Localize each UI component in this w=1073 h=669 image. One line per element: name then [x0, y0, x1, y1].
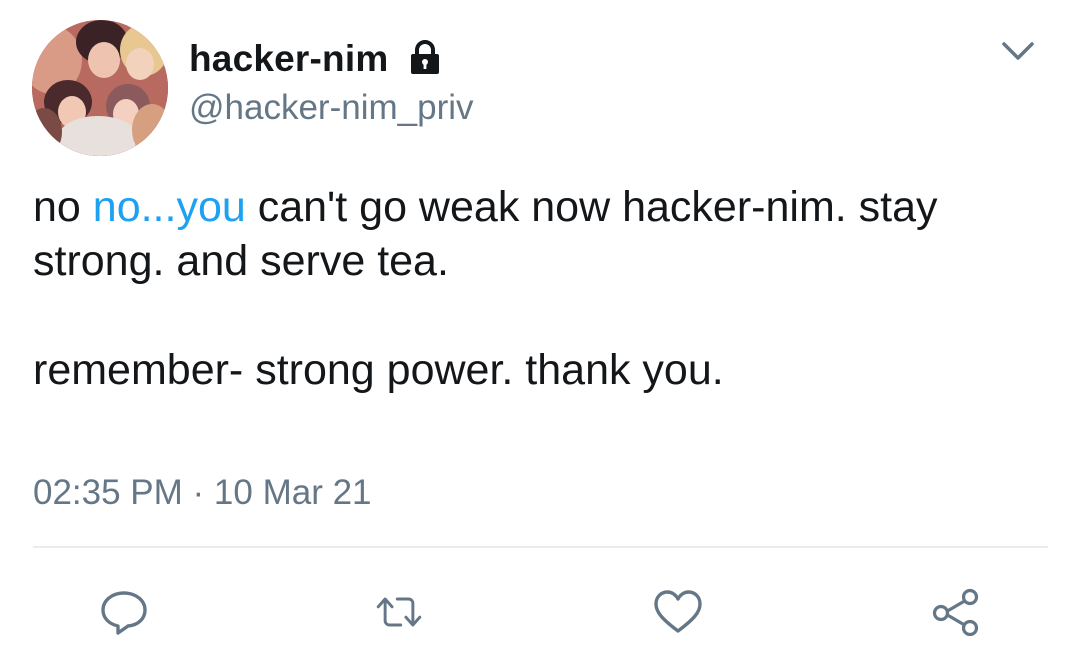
author-display-name[interactable]: hacker-nim [189, 38, 388, 80]
tweet-detail: hacker-nim @hacker-nim_priv no no...you … [0, 0, 1073, 669]
like-button[interactable] [652, 586, 704, 638]
heart-icon [654, 590, 702, 633]
tweet-text-segment: no [33, 183, 93, 231]
divider [33, 546, 1048, 548]
tweet-timestamp[interactable]: 02:35 PM · 10 Mar 21 [33, 473, 372, 513]
share-icon [932, 588, 979, 637]
chevron-down-icon[interactable] [998, 34, 1038, 66]
tweet-paragraph: remember- strong power. thank you. [33, 346, 724, 394]
lock-icon [406, 38, 444, 76]
reply-button[interactable] [98, 586, 150, 638]
tweet-link[interactable]: no...you [93, 183, 246, 231]
retweet-icon [376, 597, 422, 627]
reply-icon [101, 591, 147, 635]
tweet-paragraph: no no...you can't go weak now hacker-nim… [33, 180, 1043, 288]
avatar[interactable] [32, 20, 168, 156]
author-handle[interactable]: @hacker-nim_priv [189, 88, 474, 128]
share-button[interactable] [930, 586, 982, 638]
retweet-button[interactable] [373, 586, 425, 638]
tweet-text: no no...you can't go weak now hacker-nim… [33, 180, 1043, 397]
